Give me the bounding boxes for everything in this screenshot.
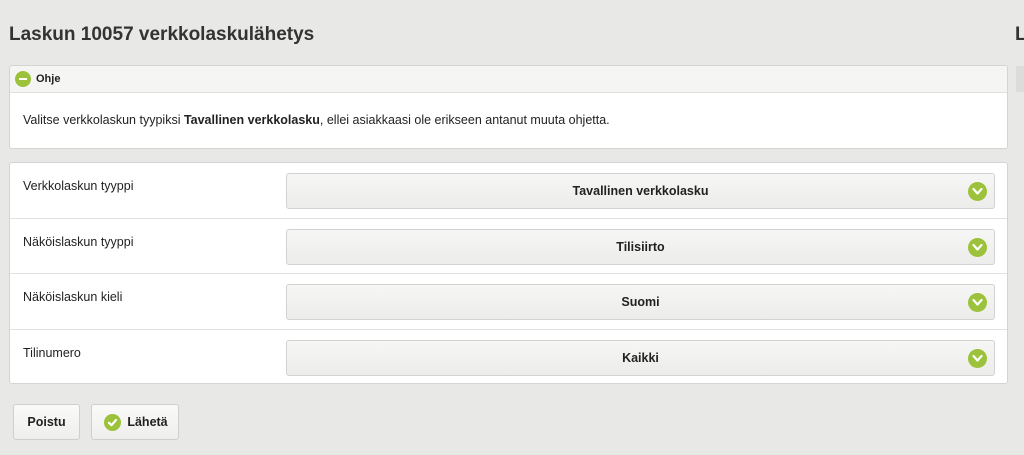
- form-panel: Verkkolaskun tyyppi Tavallinen verkkolas…: [9, 162, 1008, 384]
- right-panel-title-peek: L: [1015, 24, 1024, 45]
- image-type-value: Tilisiirto: [616, 239, 665, 254]
- exit-button-label: Poistu: [27, 415, 66, 429]
- account-select[interactable]: Kaikki: [286, 339, 995, 376]
- account-value: Kaikki: [622, 350, 659, 365]
- help-text-bold: Tavallinen verkkolasku: [183, 113, 320, 127]
- help-text-start: Valitse verkkolaskun tyypiksi: [23, 113, 184, 127]
- language-label: Näköislaskun kieli: [23, 290, 123, 304]
- exit-button[interactable]: Poistu: [13, 404, 80, 440]
- invoice-type-value: Tavallinen verkkolasku: [572, 184, 709, 198]
- help-panel: Ohje Valitse verkkolaskun tyypiksi Taval…: [9, 65, 1008, 149]
- help-header[interactable]: Ohje: [10, 66, 1007, 93]
- check-icon: [104, 413, 122, 431]
- right-panel-peek: [1016, 66, 1024, 92]
- form-row-language: Näköislaskun kieli Suomi: [10, 274, 1007, 330]
- language-select[interactable]: Suomi: [286, 284, 995, 320]
- account-label: Tilinumero: [23, 345, 81, 360]
- form-row-account: Tilinumero Kaikki: [10, 330, 1007, 386]
- invoice-type-label: Verkkolaskun tyyppi: [23, 179, 134, 193]
- image-type-label: Näköislaskun tyyppi: [23, 234, 134, 249]
- send-button[interactable]: Lähetä: [91, 404, 179, 440]
- invoice-type-select[interactable]: Tavallinen verkkolasku: [286, 173, 995, 209]
- chevron-down-icon[interactable]: [968, 348, 987, 368]
- help-text-end: , ellei asiakkaasi ole erikseen antanut …: [319, 113, 610, 127]
- minus-circle-icon[interactable]: [15, 71, 31, 87]
- form-row-invoice-type: Verkkolaskun tyyppi Tavallinen verkkolas…: [10, 163, 1007, 219]
- form-row-image-type: Näköislaskun tyyppi Tilisiirto: [10, 219, 1007, 274]
- page-title: Laskun 10057 verkkolaskulähetys: [9, 24, 315, 45]
- chevron-down-icon[interactable]: [968, 237, 987, 257]
- help-title: Ohje: [36, 73, 61, 85]
- chevron-down-icon[interactable]: [968, 293, 987, 312]
- help-text: Valitse verkkolaskun tyypiksi Tavallinen…: [10, 93, 1007, 127]
- send-button-label: Lähetä: [127, 415, 168, 429]
- chevron-down-icon[interactable]: [968, 182, 987, 201]
- language-value: Suomi: [621, 295, 660, 309]
- image-type-select[interactable]: Tilisiirto: [286, 228, 995, 265]
